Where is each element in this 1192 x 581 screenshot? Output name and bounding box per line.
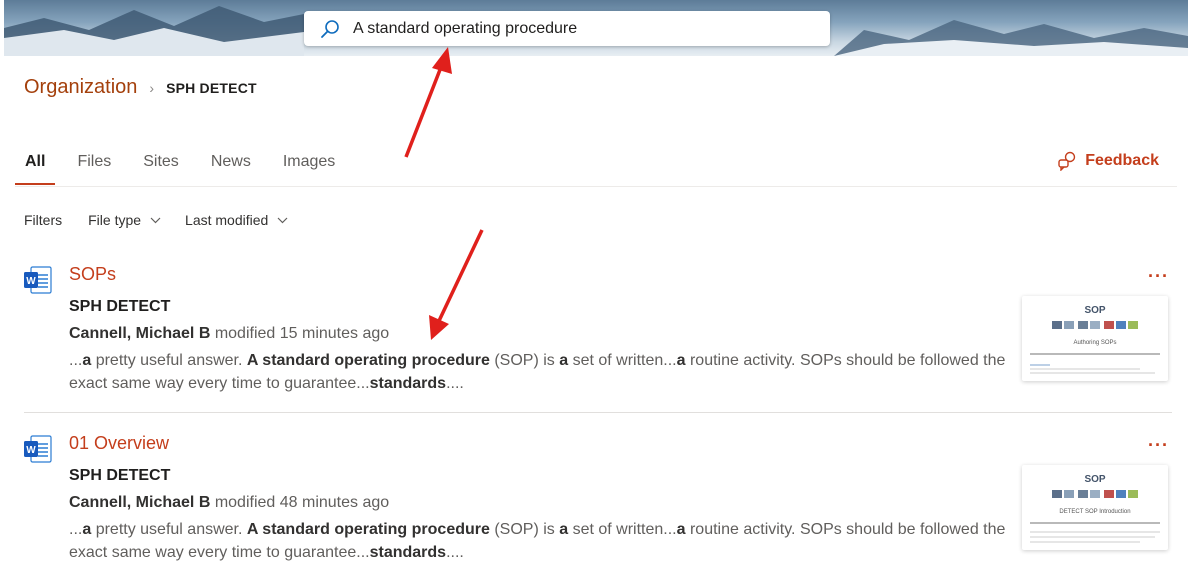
thumbnail-subtitle: DETECT SOP Introduction [1059, 509, 1131, 515]
search-box[interactable] [304, 11, 830, 46]
document-thumbnail[interactable]: SOP DETECT SOP Introduction [1022, 465, 1168, 550]
result-author: Cannell, Michael B [69, 494, 211, 511]
word-document-icon: W [24, 266, 52, 294]
annotation-arrow-up [404, 47, 452, 158]
svg-text:W: W [26, 276, 36, 287]
chevron-down-icon [150, 217, 161, 223]
last-modified-dropdown[interactable]: Last modified [185, 212, 288, 228]
feedback-label: Feedback [1085, 152, 1159, 169]
tab-news[interactable]: News [201, 145, 261, 185]
search-result: W 01 Overview SPH DETECT Cannell, Michae… [15, 431, 1175, 581]
thumbnail-process-icons [1052, 490, 1138, 498]
result-site: SPH DETECT [69, 298, 171, 315]
file-type-dropdown[interactable]: File type [88, 212, 161, 228]
result-modified: modified 48 minutes ago [210, 494, 390, 511]
result-snippet: ...a pretty useful answer. A standard op… [69, 352, 1006, 392]
last-modified-label: Last modified [185, 212, 269, 228]
word-document-icon: W [24, 435, 52, 463]
more-options-button[interactable]: ··· [1148, 435, 1169, 456]
thumbnail-title: SOP [1084, 474, 1106, 485]
thumbnail-text-lines [1030, 522, 1160, 543]
result-title-link[interactable]: 01 Overview [69, 433, 169, 454]
tab-files[interactable]: Files [67, 145, 121, 185]
thumbnail-process-icons [1052, 321, 1138, 329]
breadcrumb-current: SPH DETECT [166, 79, 257, 96]
breadcrumb: Organization › SPH DETECT [24, 76, 257, 99]
result-title-link[interactable]: SOPs [69, 264, 116, 285]
tab-images[interactable]: Images [273, 145, 345, 185]
result-meta: Cannell, Michael B modified 48 minutes a… [69, 494, 389, 512]
document-thumbnail[interactable]: SOP Authoring SOPs [1022, 296, 1168, 381]
more-options-button[interactable]: ··· [1148, 266, 1169, 287]
breadcrumb-separator: › [149, 79, 155, 96]
file-type-label: File type [88, 212, 142, 228]
search-icon[interactable] [320, 18, 342, 40]
tab-sites[interactable]: Sites [133, 145, 189, 185]
thumbnail-subtitle: Authoring SOPs [1073, 340, 1117, 346]
chevron-down-icon [277, 217, 288, 223]
search-input[interactable] [353, 19, 793, 38]
result-site: SPH DETECT [69, 467, 171, 484]
filters-bar: Filters File type Last modified [24, 212, 312, 228]
result-snippet: ...a pretty useful answer. A standard op… [69, 521, 1006, 561]
filters-label: Filters [24, 212, 63, 228]
search-result: W SOPs SPH DETECT Cannell, Michael B mod… [15, 262, 1175, 412]
thumbnail-title: SOP [1084, 305, 1106, 316]
result-meta: Cannell, Michael B modified 15 minutes a… [69, 325, 389, 343]
breadcrumb-organization-link[interactable]: Organization [24, 76, 137, 99]
result-tabs: All Files Sites News Images [15, 145, 357, 185]
result-divider [24, 412, 1172, 413]
tabs-divider [15, 186, 1177, 187]
feedback-button[interactable]: Feedback [1057, 151, 1159, 171]
result-modified: modified 15 minutes ago [210, 325, 390, 342]
thumbnail-text-lines [1030, 353, 1160, 374]
svg-text:W: W [26, 445, 36, 456]
result-author: Cannell, Michael B [69, 325, 211, 342]
feedback-icon [1058, 151, 1076, 171]
tab-all[interactable]: All [15, 145, 56, 185]
